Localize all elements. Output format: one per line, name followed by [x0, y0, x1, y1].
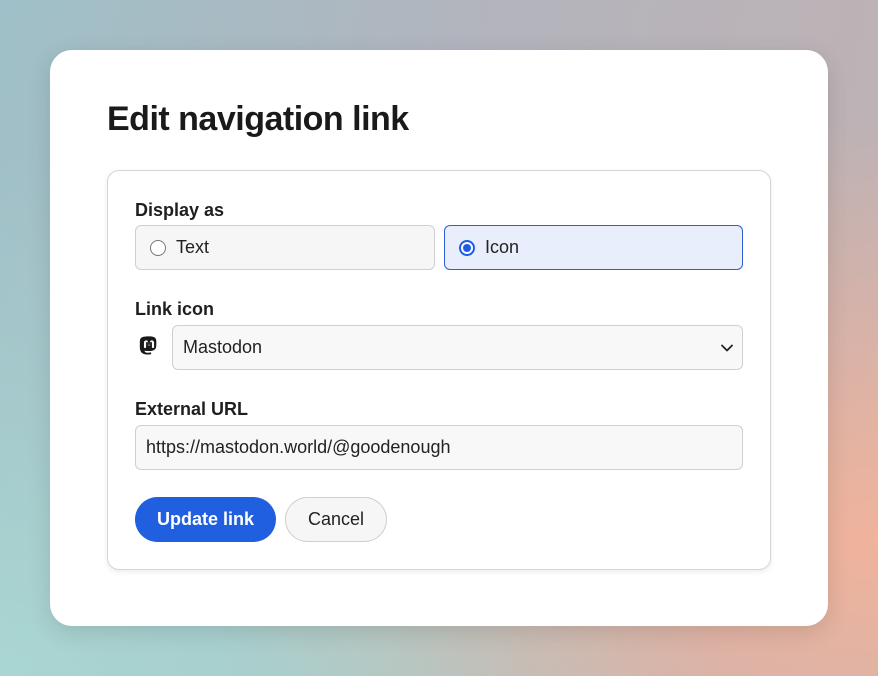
radio-button-icon[interactable] [150, 239, 166, 256]
display-as-text-option[interactable]: Text [135, 225, 435, 270]
link-icon-label: Link icon [135, 299, 215, 319]
mastodon-icon [139, 336, 157, 355]
dialog-title: Edit navigation link [107, 100, 409, 138]
chevron-down-icon [721, 344, 733, 352]
radio-button-selected-icon[interactable] [459, 239, 475, 256]
display-as-label: Display as [135, 200, 225, 220]
display-as-icon-option[interactable]: Icon [444, 225, 743, 270]
edit-link-dialog: Edit navigation link Display as Text Ico… [50, 50, 828, 626]
cancel-button[interactable]: Cancel [285, 497, 387, 542]
external-url-label: External URL [135, 399, 249, 419]
link-icon-select[interactable]: Mastodon [172, 325, 743, 370]
link-form: Display as Text Icon Link icon Mastodon … [107, 170, 771, 570]
update-link-button[interactable]: Update link [135, 497, 276, 542]
external-url-input[interactable] [135, 425, 743, 470]
text-option-label: Text [176, 237, 210, 257]
link-icon-selected-value: Mastodon [183, 337, 263, 357]
icon-option-label: Icon [485, 237, 520, 257]
